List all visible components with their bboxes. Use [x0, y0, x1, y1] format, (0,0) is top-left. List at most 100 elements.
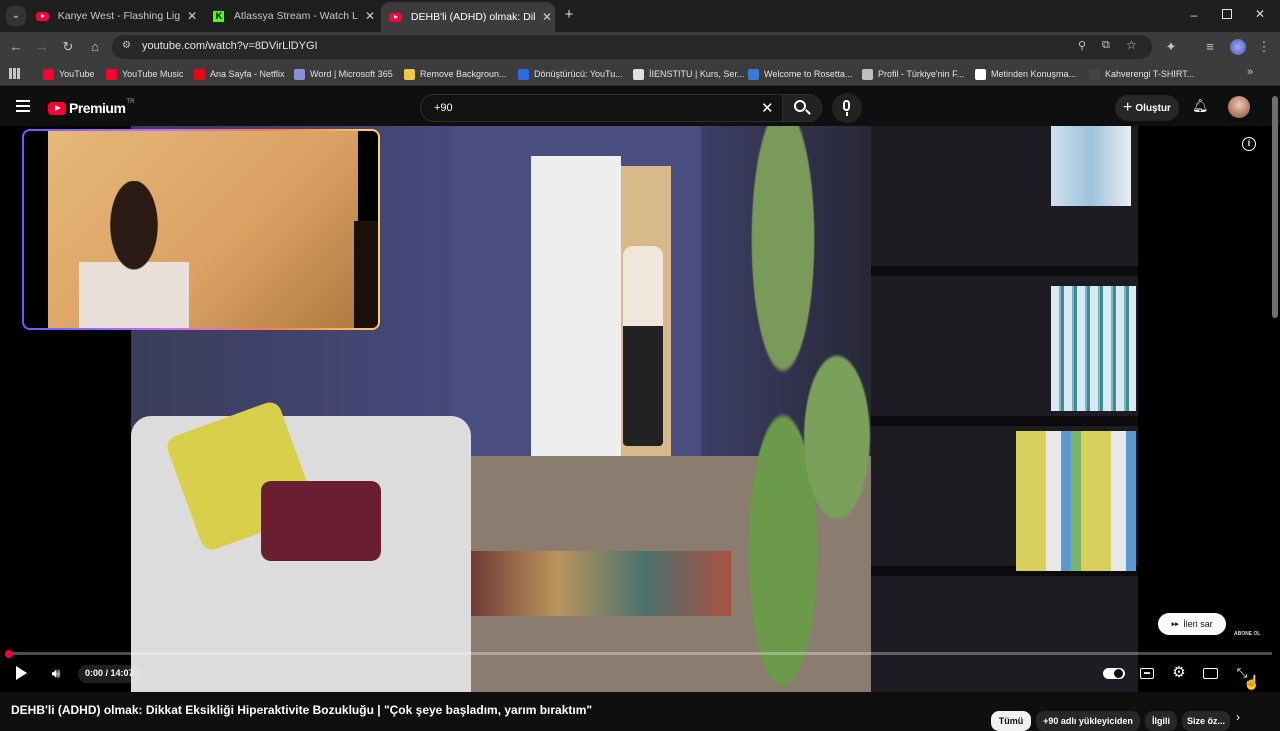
- cast-icon[interactable]: ⧉: [1102, 39, 1110, 52]
- bookmark-favicon-icon: [862, 68, 873, 80]
- address-bar[interactable]: ⚙ youtube.com/watch?v=8DVirLlDYGI ⚲ ⧉ ☆: [112, 35, 1152, 59]
- chip-related[interactable]: İlgili: [1145, 711, 1177, 731]
- bookmark-item[interactable]: Ana Sayfa - Netflix: [194, 67, 285, 81]
- youtube-icon: [389, 10, 403, 24]
- rug: [471, 551, 731, 616]
- kick-icon: K: [212, 9, 226, 23]
- bookmark-favicon-icon: [518, 68, 529, 80]
- extensions-icon[interactable]: ✦: [1163, 39, 1179, 55]
- youtube-logo-icon: [48, 101, 66, 115]
- clear-search-icon[interactable]: ✕: [761, 99, 774, 117]
- skip-forward-button[interactable]: ⏩︎ İleri sar: [1158, 613, 1226, 635]
- search-button[interactable]: [782, 94, 822, 122]
- plus-icon: +: [1123, 99, 1133, 116]
- youtube-icon: [36, 9, 50, 23]
- info-icon[interactable]: i: [1242, 137, 1256, 151]
- youtube-header: Premium TR +90 ✕ + Oluştur 🔔︎: [0, 88, 1280, 126]
- webcam-overlay: [22, 129, 380, 330]
- hamburger-menu-icon[interactable]: [16, 100, 30, 112]
- bookmark-label: Profil - Türkiye'nin F...: [878, 69, 965, 79]
- create-button[interactable]: + Oluştur: [1115, 95, 1179, 121]
- url-text: youtube.com/watch?v=8DVirLlDYGI: [142, 40, 318, 52]
- browser-tab-atlassya[interactable]: K Atlassya Stream - Watch Live or ✕: [204, 0, 378, 32]
- notifications-bell-icon[interactable]: 🔔︎: [1192, 99, 1209, 113]
- bookmark-item[interactable]: Remove Backgroun...: [404, 67, 507, 81]
- bookmark-label: Ana Sayfa - Netflix: [210, 69, 285, 79]
- bookmark-favicon-icon: [106, 68, 117, 80]
- apps-grid-icon[interactable]: [9, 68, 20, 79]
- bookmark-item[interactable]: Welcome to Rosetta...: [748, 67, 852, 81]
- bookmark-item[interactable]: YouTube Music: [106, 67, 183, 81]
- microphone-icon: [843, 100, 850, 111]
- minimize-icon[interactable]: –: [1186, 8, 1202, 22]
- home-icon[interactable]: ⌂: [87, 39, 103, 55]
- video-title: DEHB'li (ADHD) olmak: Dikkat Eksikliği H…: [11, 703, 593, 717]
- chips-next-icon[interactable]: ›: [1236, 710, 1240, 724]
- autoplay-toggle[interactable]: [1103, 668, 1125, 679]
- bookmark-label: Kahverengi T-SHIRT...: [1105, 69, 1195, 79]
- burgundy-pillow: [261, 481, 381, 561]
- close-tab-icon[interactable]: ✕: [362, 9, 378, 23]
- settings-gear-icon[interactable]: ⚙: [1171, 665, 1187, 681]
- bookmark-item[interactable]: Metinden Konuşma...: [975, 67, 1076, 81]
- browser-tab-active[interactable]: DEHB'li (ADHD) olmak: Dikkat E ✕: [381, 2, 555, 32]
- bookmark-favicon-icon: [748, 68, 759, 80]
- plant: [711, 126, 891, 692]
- bookmark-item[interactable]: İIENSTITU | Kurs, Ser...: [633, 67, 744, 81]
- bookmark-item[interactable]: Profil - Türkiye'nin F...: [862, 67, 964, 81]
- bookmark-item[interactable]: Word | Microsoft 365: [294, 67, 393, 81]
- bookmark-item[interactable]: Kahverengi T-SHIRT...: [1089, 67, 1194, 81]
- progress-bar[interactable]: [5, 650, 1272, 658]
- new-tab-button[interactable]: +: [560, 6, 578, 24]
- bookmark-item[interactable]: YouTube: [43, 67, 94, 81]
- bookmark-favicon-icon: [404, 68, 415, 80]
- profile-avatar[interactable]: [1230, 39, 1246, 55]
- zoom-icon[interactable]: ⚲: [1078, 39, 1086, 52]
- theater-mode-icon[interactable]: [1203, 668, 1218, 679]
- more-bookmarks-icon[interactable]: »: [1247, 66, 1253, 78]
- bookmark-favicon-icon: [975, 68, 986, 80]
- play-icon[interactable]: [14, 666, 28, 680]
- subtitles-icon[interactable]: ▬: [1140, 668, 1154, 679]
- tab-title: DEHB'li (ADHD) olmak: Dikkat E: [410, 11, 535, 23]
- youtube-logo[interactable]: Premium TR: [48, 99, 135, 116]
- subscribe-watermark[interactable]: ABONE OL: [1234, 631, 1260, 637]
- bookmark-label: Word | Microsoft 365: [310, 69, 393, 79]
- doorway: [531, 156, 621, 476]
- browser-tab-kanye[interactable]: Kanye West - Flashing Lights ft. ✕: [28, 0, 200, 32]
- browser-menu-icon[interactable]: ⋮: [1256, 39, 1272, 55]
- tab-search-button[interactable]: ⌄: [6, 6, 26, 26]
- volume-icon[interactable]: 🔊︎: [46, 665, 66, 681]
- close-window-icon[interactable]: ✕: [1252, 7, 1268, 23]
- close-tab-icon[interactable]: ✕: [539, 10, 555, 24]
- country-badge: TR: [126, 99, 135, 105]
- logo-text: Premium: [69, 100, 126, 116]
- search-input[interactable]: +90 ✕: [420, 94, 788, 122]
- mouse-cursor-icon: ☝: [1243, 674, 1261, 690]
- account-avatar[interactable]: [1228, 96, 1250, 118]
- voice-search-button[interactable]: [832, 93, 862, 123]
- browser-toolbar: ← → ↻ ⌂ ⚙ youtube.com/watch?v=8DVirLlDYG…: [0, 32, 1280, 62]
- bookmarks-bar: YouTube YouTube Music Ana Sayfa - Netflix W…: [0, 62, 1280, 86]
- bookmark-label: Remove Backgroun...: [420, 69, 507, 79]
- back-icon[interactable]: ←: [8, 39, 24, 55]
- close-tab-icon[interactable]: ✕: [184, 9, 200, 23]
- page-scrollbar[interactable]: [1272, 96, 1278, 318]
- bookmark-star-icon[interactable]: ☆: [1126, 38, 1137, 52]
- restore-icon[interactable]: [1222, 9, 1232, 19]
- bookmark-label: YouTube Music: [122, 69, 184, 79]
- media-control-icon[interactable]: ≡: [1202, 39, 1218, 55]
- bookmark-label: Welcome to Rosetta...: [764, 69, 853, 79]
- chip-from-uploader[interactable]: +90 adlı yükleyiciden: [1036, 711, 1140, 731]
- bookmark-favicon-icon: [194, 68, 205, 80]
- reload-icon[interactable]: ↻: [60, 39, 76, 55]
- bookmark-item[interactable]: Dönüştürücü: YouTu...: [518, 67, 623, 81]
- site-info-icon[interactable]: ⚙: [122, 40, 131, 51]
- chip-all[interactable]: Tümü: [991, 711, 1031, 731]
- chip-for-you[interactable]: Size öz...: [1182, 711, 1230, 731]
- create-label: Oluştur: [1135, 102, 1171, 114]
- bookmark-favicon-icon: [294, 68, 305, 80]
- forward-icon[interactable]: →: [34, 39, 50, 55]
- bookmark-favicon-icon: [43, 68, 54, 80]
- scrubber-handle[interactable]: [5, 650, 13, 658]
